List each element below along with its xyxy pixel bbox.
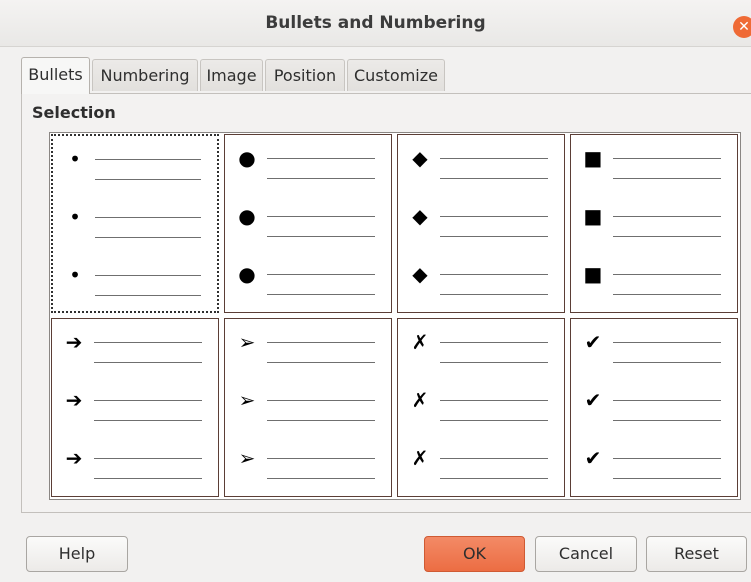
- square-icon: ■: [583, 146, 603, 170]
- bullet-style-square[interactable]: ■ ■ ■: [570, 134, 738, 313]
- cancel-button[interactable]: Cancel: [535, 536, 637, 572]
- diamond-icon: ◆: [412, 146, 428, 170]
- tab-bullets[interactable]: Bullets: [21, 57, 90, 94]
- list-item: ➔: [52, 386, 218, 426]
- bullet-style-large-dot[interactable]: ● ● ●: [224, 134, 392, 313]
- list-item: •: [53, 261, 217, 301]
- list-item: ➔: [52, 444, 218, 484]
- tab-image[interactable]: Image: [200, 59, 263, 91]
- check-icon: ✔: [584, 388, 602, 412]
- diamond-icon: ◆: [412, 204, 428, 228]
- arrowhead-icon: ➢: [238, 446, 256, 470]
- title-bar: Bullets and Numbering ✕: [0, 0, 751, 47]
- dialog-title: Bullets and Numbering: [265, 13, 486, 33]
- bullet-style-diamond[interactable]: ◆ ◆ ◆: [397, 134, 565, 313]
- small-dot-icon: •: [69, 147, 81, 171]
- square-icon: ■: [583, 204, 603, 228]
- arrow-icon: ➔: [65, 388, 83, 412]
- large-dot-icon: ●: [238, 262, 256, 286]
- cross-icon: ✗: [411, 330, 429, 354]
- list-item: •: [53, 203, 217, 243]
- list-item: ✗: [398, 444, 564, 484]
- list-item: ◆: [398, 202, 564, 242]
- list-item: ■: [571, 202, 737, 242]
- list-item: ■: [571, 144, 737, 184]
- list-item: ➢: [225, 386, 391, 426]
- list-item: ✔: [571, 328, 737, 368]
- large-dot-icon: ●: [238, 146, 256, 170]
- arrowhead-icon: ➢: [238, 330, 256, 354]
- arrowhead-icon: ➢: [238, 388, 256, 412]
- list-item: ●: [225, 202, 391, 242]
- list-item: ✔: [571, 444, 737, 484]
- small-dot-icon: •: [69, 205, 81, 229]
- bullet-style-arrow[interactable]: ➔ ➔ ➔: [51, 318, 219, 497]
- arrow-icon: ➔: [65, 446, 83, 470]
- tab-numbering[interactable]: Numbering: [92, 59, 198, 91]
- check-icon: ✔: [584, 446, 602, 470]
- list-item: ◆: [398, 144, 564, 184]
- selection-label: Selection: [32, 103, 116, 122]
- tab-customize[interactable]: Customize: [347, 59, 445, 91]
- list-item: ✗: [398, 328, 564, 368]
- square-icon: ■: [583, 262, 603, 286]
- bullet-style-small-dot[interactable]: • • •: [51, 134, 219, 313]
- small-dot-icon: •: [69, 263, 81, 287]
- list-item: ■: [571, 260, 737, 300]
- check-icon: ✔: [584, 330, 602, 354]
- diamond-icon: ◆: [412, 262, 428, 286]
- help-button[interactable]: Help: [26, 536, 128, 572]
- bullet-style-cross[interactable]: ✗ ✗ ✗: [397, 318, 565, 497]
- list-item: ➢: [225, 444, 391, 484]
- list-item: •: [53, 145, 217, 185]
- bullet-style-arrowhead[interactable]: ➢ ➢ ➢: [224, 318, 392, 497]
- list-item: ●: [225, 144, 391, 184]
- bullet-style-grid: • • • ● ● ● ◆ ◆ ◆ ■ ■ ■ ➔ ➔ ➔ ➢ ➢ ➢ ✗ ✗ …: [49, 132, 741, 500]
- arrow-icon: ➔: [65, 330, 83, 354]
- large-dot-icon: ●: [238, 204, 256, 228]
- close-icon[interactable]: ✕: [733, 16, 751, 38]
- tab-position[interactable]: Position: [265, 59, 345, 91]
- cross-icon: ✗: [411, 446, 429, 470]
- reset-button[interactable]: Reset: [646, 536, 747, 572]
- list-item: ✗: [398, 386, 564, 426]
- bullet-style-check[interactable]: ✔ ✔ ✔: [570, 318, 738, 497]
- list-item: ✔: [571, 386, 737, 426]
- list-item: ➔: [52, 328, 218, 368]
- list-item: ●: [225, 260, 391, 300]
- list-item: ➢: [225, 328, 391, 368]
- ok-button[interactable]: OK: [424, 536, 525, 572]
- cross-icon: ✗: [411, 388, 429, 412]
- list-item: ◆: [398, 260, 564, 300]
